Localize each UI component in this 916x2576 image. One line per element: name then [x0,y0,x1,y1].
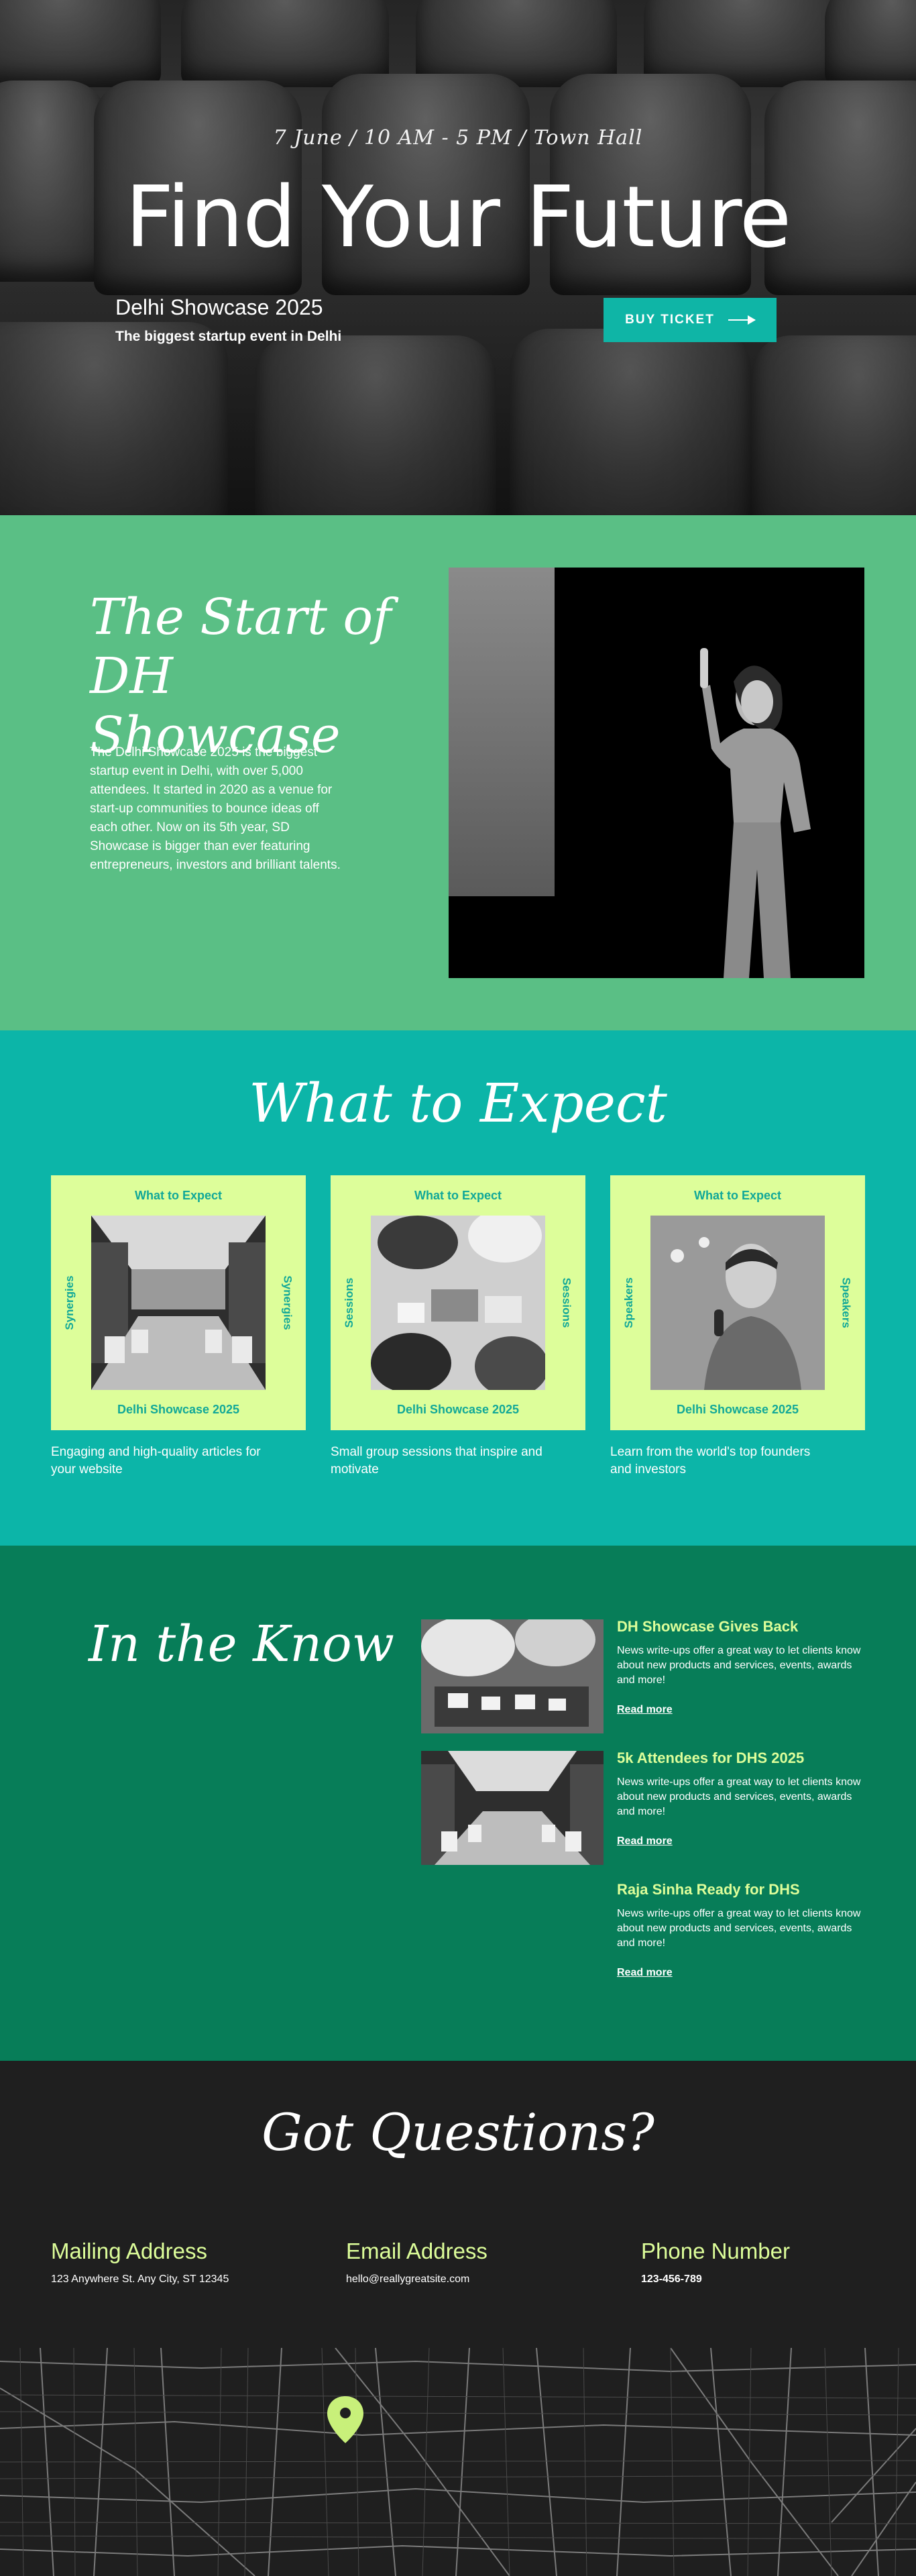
event-meta: 7 June / 10 AM - 5 PM / Town Hall [273,126,643,150]
phone-block: Phone Number 123-456-789 [641,2239,790,2286]
card-side-label: Synergies [63,1275,76,1330]
mailing-address-block: Mailing Address 123 Anywhere St. Any Cit… [51,2239,229,2286]
phone-label: Phone Number [641,2239,790,2263]
about-body: The Delhi Showcase 2025 is the biggest s… [90,745,341,872]
buy-ticket-label: BUY TICKET [625,313,715,327]
news-headline: DH Showcase Gives Back [617,1618,799,1635]
hero-section: 7 June / 10 AM - 5 PM / Town Hall Find Y… [0,0,916,515]
read-more-link[interactable]: Read more [617,1835,673,1847]
news-item: DH Showcase Gives Back News write-ups of… [617,1618,872,1716]
contact-section: Got Questions? Mailing Address 123 Anywh… [0,2061,916,2576]
card-description: Learn from the world's top founders and … [610,1445,811,1477]
phone-value[interactable]: 123-456-789 [641,2273,702,2285]
news-body: News write-ups offer a great way to let … [617,1645,861,1686]
expect-card-synergies[interactable]: What to Expect Synergies Synergies Delhi… [51,1175,306,1430]
arrow-right-icon [728,315,756,325]
read-more-link[interactable]: Read more [617,1967,673,1979]
card-bottom-label: Delhi Showcase 2025 [117,1403,240,1416]
buy-ticket-button[interactable]: BUY TICKET [604,298,777,342]
news-item: 5k Attendees for DHS 2025 News write-ups… [617,1750,872,1847]
news-headline: Raja Sinha Ready for DHS [617,1881,800,1898]
location-map[interactable] [0,2347,916,2576]
news-headline: 5k Attendees for DHS 2025 [617,1750,805,1766]
news-title: In the Know [89,1615,394,1673]
card-description: Small group sessions that inspire and mo… [331,1445,542,1477]
card-side-label: Sessions [343,1277,355,1328]
card-side-label: Speakers [622,1277,635,1328]
contact-title: Got Questions? [262,2102,654,2162]
about-title-line1: The Start of [90,588,392,646]
card-description: Engaging and high-quality articles for y… [51,1445,261,1477]
about-section: The Start of DH Showcase The Delhi Showc… [0,515,916,1030]
card-side-label: Speakers [840,1277,853,1328]
card-bottom-label: Delhi Showcase 2025 [396,1403,520,1416]
news-thumbnail[interactable] [421,1751,604,1865]
expect-title: What to Expect [249,1072,667,1134]
speaker-portrait-photo [650,1216,825,1390]
news-body: News write-ups offer a great way to let … [617,1908,861,1949]
expect-section: What to Expect What to Expect Synergies … [0,1030,916,1546]
mailing-address-value: 123 Anywhere St. Any City, ST 12345 [51,2273,229,2285]
speaker-photo [449,568,864,978]
card-top-label: What to Expect [693,1189,781,1202]
news-thumbnail[interactable] [421,1619,604,1733]
card-bottom-label: Delhi Showcase 2025 [676,1403,799,1416]
card-top-label: What to Expect [414,1189,502,1202]
news-section: In the Know DH Showcase Gives Back News … [0,1546,916,2061]
event-tagline: The biggest startup event in Delhi [115,329,342,344]
news-body: News write-ups offer a great way to let … [617,1776,861,1817]
hero-title: Find Your Future [125,168,792,266]
library-photo [91,1216,266,1390]
news-item: Raja Sinha Ready for DHS News write-ups … [617,1881,872,1979]
expect-card-speakers[interactable]: What to Expect Speakers Speakers Delhi S… [610,1175,865,1430]
card-side-label: Synergies [281,1275,294,1330]
email-block: Email Address hello@reallygreatsite.com [346,2239,488,2286]
expect-card-sessions[interactable]: What to Expect Sessions Sessions Delhi S… [331,1175,585,1430]
event-name: Delhi Showcase 2025 [115,295,323,319]
card-side-label: Sessions [561,1277,573,1328]
email-value[interactable]: hello@reallygreatsite.com [346,2273,469,2285]
card-top-label: What to Expect [134,1189,222,1202]
email-label: Email Address [346,2239,488,2263]
about-title: The Start of DH Showcase [90,588,439,765]
meeting-photo [371,1216,545,1390]
read-more-link[interactable]: Read more [617,1704,673,1716]
mailing-address-label: Mailing Address [51,2239,207,2263]
